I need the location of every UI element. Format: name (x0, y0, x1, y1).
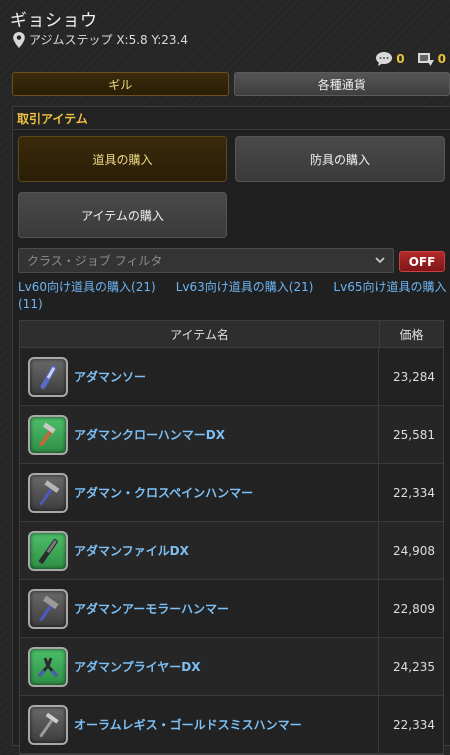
item-name[interactable]: アダマンアーモラーハンマー (74, 600, 229, 617)
item-icon-frame[interactable] (28, 647, 68, 687)
saw-icon (33, 362, 63, 392)
item-name[interactable]: アダマンソー (74, 368, 146, 385)
item-price: 22,334 (379, 696, 443, 753)
item-icon-frame[interactable] (28, 415, 68, 455)
filter-placeholder: クラス・ジョブ フィルタ (27, 252, 162, 269)
item-cell: アダマンクローハンマーDX (20, 406, 379, 463)
item-price: 24,908 (379, 522, 443, 579)
table-header: アイテム名 価格 (20, 321, 443, 348)
item-icon-frame[interactable] (28, 705, 68, 745)
item-name[interactable]: アダマンクローハンマーDX (74, 426, 225, 443)
item-icon-frame[interactable] (28, 531, 68, 571)
table-row[interactable]: アダマンクローハンマーDX 25,581 (20, 406, 443, 464)
item-price: 23,284 (379, 348, 443, 405)
link-lv63[interactable]: Lv63向け道具の購入(21) (176, 280, 314, 294)
category-items-button[interactable]: アイテムの購入 (18, 192, 227, 238)
item-cell: アダマンソー (20, 348, 379, 405)
panel-title: 取引アイテム (13, 107, 450, 130)
item-cell: アダマン・クロスペインハンマー (20, 464, 379, 521)
item-table: アイテム名 価格 アダマンソー 23,284 アダマンクローハンマーDX 25,581… (19, 320, 444, 755)
file-icon (33, 536, 63, 566)
table-body: アダマンソー23,284アダマンクローハンマーDX25,581アダマン・クロスペ… (20, 348, 443, 754)
item-cell: オーラムレギス・ゴールドスミスハンマー (20, 696, 379, 753)
item-name[interactable]: アダマンファイルDX (74, 542, 189, 559)
item-name[interactable]: アダマン・クロスペインハンマー (74, 484, 253, 501)
table-row[interactable]: アダマンプライヤーDX 24,235 (20, 638, 443, 696)
item-cell: アダマンプライヤーDX (20, 638, 379, 695)
claw-hammer-icon (33, 420, 63, 450)
item-icon-frame[interactable] (28, 473, 68, 513)
goldsmith-hammer-icon (33, 710, 63, 740)
chat-counter[interactable]: 0 (375, 51, 404, 67)
npc-name: ギョショウ (10, 6, 98, 31)
retainer-icon (417, 51, 435, 67)
item-price: 25,581 (379, 406, 443, 463)
item-cell: アダマンファイルDX (20, 522, 379, 579)
location-text: アジムステップ X:5.8 Y:23.4 (29, 31, 188, 48)
table-row[interactable]: アダマン・クロスペインハンマー 22,334 (20, 464, 443, 522)
item-cell: アダマンアーモラーハンマー (20, 580, 379, 637)
pliers-icon (33, 652, 63, 682)
item-icon-frame[interactable] (28, 357, 68, 397)
table-row[interactable]: アダマンアーモラーハンマー 22,809 (20, 580, 443, 638)
item-price: 22,334 (379, 464, 443, 521)
retainer-counter[interactable]: 0 (417, 51, 446, 67)
currency-tabs: ギル 各種通貨 (12, 72, 450, 96)
table-row[interactable]: アダマンファイルDX 24,908 (20, 522, 443, 580)
item-name[interactable]: オーラムレギス・ゴールドスミスハンマー (74, 716, 302, 733)
chat-count: 0 (396, 52, 404, 66)
table-row[interactable]: オーラムレギス・ゴールドスミスハンマー 22,334 (20, 696, 443, 754)
item-price: 22,809 (379, 580, 443, 637)
link-lv60[interactable]: Lv60向け道具の購入(21) (18, 280, 156, 294)
item-icon-frame[interactable] (28, 589, 68, 629)
chat-bubble-icon (375, 51, 393, 67)
location: アジムステップ X:5.8 Y:23.4 (12, 31, 188, 48)
armorer-hammer-icon (33, 594, 63, 624)
status-counters: 0 0 (375, 51, 446, 67)
table-row[interactable]: アダマンソー 23,284 (20, 348, 443, 406)
cross-pein-hammer-icon (33, 478, 63, 508)
column-header-name[interactable]: アイテム名 (20, 321, 380, 347)
tab-other-currencies[interactable]: 各種通貨 (234, 72, 450, 96)
class-job-filter[interactable]: クラス・ジョブ フィルタ (18, 248, 394, 273)
category-tools-button[interactable]: 道具の購入 (18, 136, 227, 182)
tab-gil[interactable]: ギル (12, 72, 229, 96)
location-pin-icon (12, 32, 26, 48)
item-name[interactable]: アダマンプライヤーDX (74, 658, 201, 675)
item-price: 24,235 (379, 638, 443, 695)
category-armor-button[interactable]: 防具の購入 (235, 136, 445, 182)
level-links: Lv60向け道具の購入(21)Lv63向け道具の購入(21)Lv65向け道具の購… (18, 279, 448, 313)
trade-items-panel: 取引アイテム 道具の購入 防具の購入 アイテムの購入 クラス・ジョブ フィルタ … (12, 106, 450, 746)
column-header-price[interactable]: 価格 (380, 321, 443, 347)
chevron-down-icon (375, 255, 385, 265)
retainer-count: 0 (438, 52, 446, 66)
filter-toggle-button[interactable]: OFF (399, 251, 445, 272)
